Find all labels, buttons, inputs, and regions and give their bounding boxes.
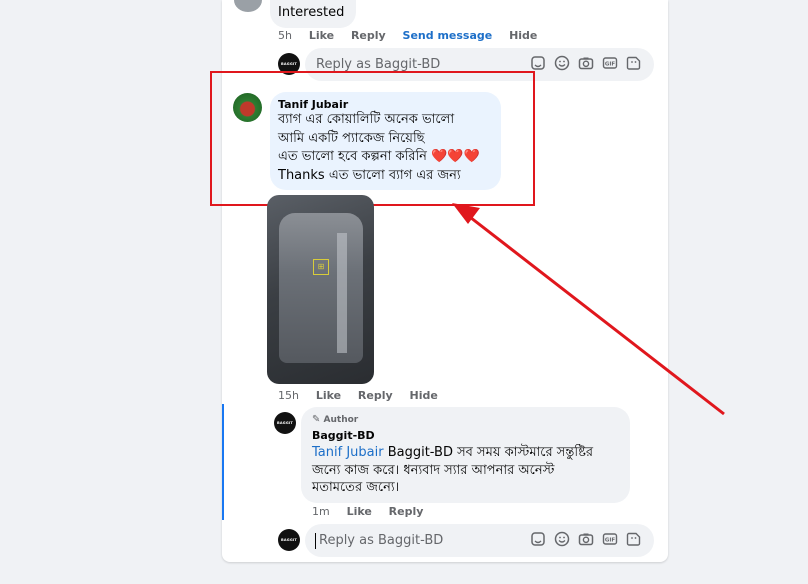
backpack-image: ⊞ [279,213,363,363]
reply-tools: GIF [530,55,642,71]
reply-body: Tanif Jubair Baggit-BD সব সময় কাস্টমারে… [312,444,593,497]
hide-button[interactable]: Hide [410,389,438,402]
hide-button[interactable]: Hide [509,29,537,42]
stickers-icon[interactable] [626,55,642,71]
backpack-strap [337,233,347,353]
reply-line: জন্যে কাজ করে। ধন্যবাদ স্যার আপনার অনেস্… [312,462,555,478]
sticker-icon[interactable] [530,55,546,71]
reply-input[interactable]: Reply as Baggit-BD GIF [305,524,654,557]
gif-icon[interactable]: GIF [602,531,618,547]
send-message-button[interactable]: Send message [403,29,493,42]
stickers-icon[interactable] [626,531,642,547]
reply-line: মতামতের জন্যে। [312,480,400,495]
pencil-icon: ✎ [312,414,321,425]
comment-photo[interactable]: ⊞ [267,195,374,384]
comment-time[interactable]: 5h [278,29,292,42]
camera-icon[interactable] [578,531,594,547]
reply-actions: 1m Like Reply [312,505,436,518]
comment-actions: 15h Like Reply Hide [278,389,451,402]
author-badge-label: Author [323,415,359,425]
author-badge: ✎ Author [312,414,358,425]
backpack-logo: ⊞ [313,259,329,275]
reply-author[interactable]: Baggit-BD [312,429,375,442]
reply-button[interactable]: Reply [351,29,386,42]
reply-time[interactable]: 1m [312,505,330,518]
emoji-icon[interactable] [554,531,570,547]
reply-line: Tanif Jubair Baggit-BD সব সময় কাস্টমারে… [312,444,593,462]
comment-time[interactable]: 15h [278,389,299,402]
comment-actions: 5h Like Reply Send message Hide [278,29,550,42]
like-button[interactable]: Like [309,29,334,42]
like-button[interactable]: Like [347,505,372,518]
emoji-icon[interactable] [554,55,570,71]
highlight-frame [210,71,535,206]
comment-bubble: Interested [270,0,356,28]
page-avatar: BAGGIT [278,529,300,551]
gif-icon[interactable]: GIF [602,55,618,71]
sticker-icon[interactable] [530,531,546,547]
reply-button[interactable]: Reply [358,389,393,402]
svg-text:GIF: GIF [605,62,616,68]
thread-line [222,404,224,520]
camera-icon[interactable] [578,55,594,71]
comment-text: Interested [278,5,345,20]
page-avatar[interactable]: BAGGIT [274,412,296,434]
svg-text:GIF: GIF [605,538,616,544]
reply-button[interactable]: Reply [389,505,424,518]
annotation-arrow [452,203,725,416]
mention-link[interactable]: Tanif Jubair [312,445,384,460]
reply-placeholder: Reply as Baggit-BD [319,533,444,548]
text-caret [315,533,316,549]
reply-placeholder: Reply as Baggit-BD [316,57,441,72]
reply-line-text: Baggit-BD সব সময় কাস্টমারে সন্তুষ্টির [383,445,594,460]
like-button[interactable]: Like [316,389,341,402]
reply-tools: GIF [530,531,642,547]
